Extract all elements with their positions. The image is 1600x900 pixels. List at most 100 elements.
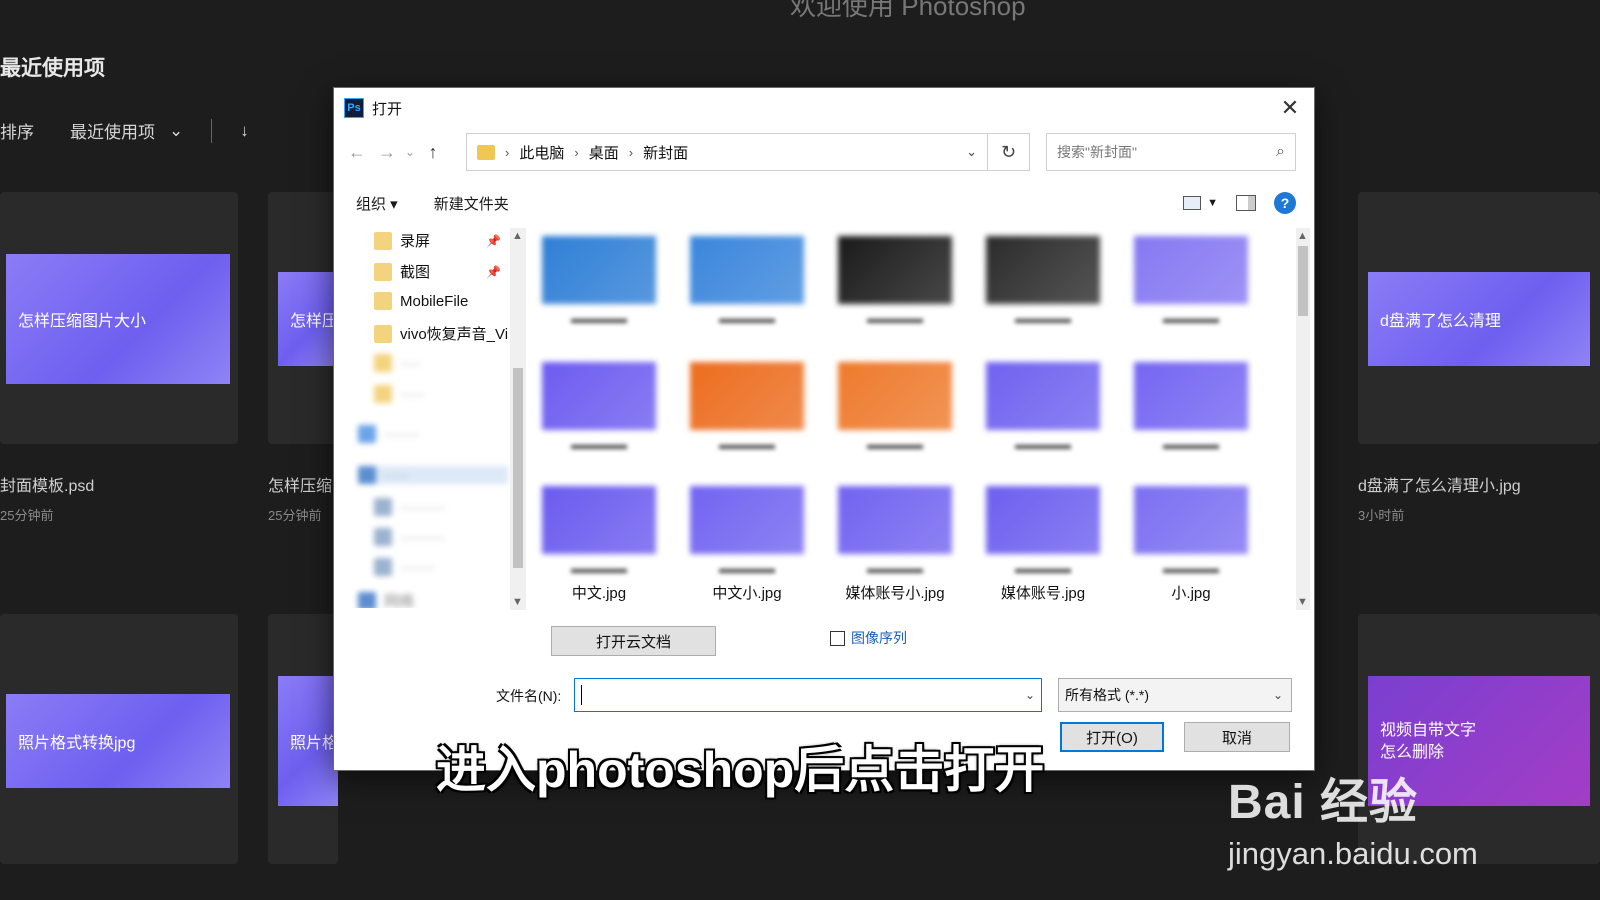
- chevron-right-icon[interactable]: ›: [629, 145, 633, 160]
- scrollbar-thumb[interactable]: [1298, 246, 1308, 316]
- recent-thumbnail[interactable]: 照片格式转换jpg: [6, 694, 230, 788]
- chevron-down-icon[interactable]: ⌄: [1273, 688, 1283, 702]
- recent-thumbnail[interactable]: 怎样压: [278, 272, 338, 366]
- chevron-down-icon[interactable]: ⌄: [169, 121, 183, 141]
- folder-icon: [374, 385, 392, 403]
- file-item[interactable]: ▬▬▬▬: [830, 362, 960, 458]
- view-dropdown-icon[interactable]: ▼: [1207, 197, 1218, 209]
- recent-file-name[interactable]: 怎样压缩: [268, 472, 332, 496]
- tree-item[interactable]: 截图: [374, 261, 430, 282]
- file-item[interactable]: ▬▬▬▬: [830, 236, 960, 332]
- tree-item[interactable]: vivo恢复声音_Vi: [374, 323, 508, 344]
- open-cloud-document-button[interactable]: 打开云文档: [551, 626, 716, 656]
- file-thumbnail: [986, 362, 1100, 430]
- scroll-down-icon[interactable]: ▼: [1297, 596, 1308, 608]
- file-thumbnail: [542, 486, 656, 554]
- view-mode-icon[interactable]: [1183, 196, 1202, 210]
- chevron-right-icon[interactable]: ›: [505, 145, 509, 160]
- refresh-icon[interactable]: ↻: [988, 133, 1030, 171]
- pin-icon: 📌: [486, 234, 501, 248]
- tree-item[interactable]: ·········: [374, 498, 445, 516]
- file-grid-scrollbar[interactable]: ▲ ▼: [1296, 228, 1310, 610]
- file-item[interactable]: ▬▬▬▬ 中文.jpg: [534, 486, 664, 603]
- chevron-right-icon[interactable]: ›: [574, 145, 578, 160]
- network-icon: [358, 591, 376, 608]
- recent-file-time: 25分钟前: [0, 508, 54, 523]
- address-bar[interactable]: › 此电脑 › 桌面 › 新封面 ⌄: [466, 133, 988, 171]
- file-item[interactable]: ▬▬▬▬ 媒体账号.jpg: [978, 486, 1108, 603]
- tree-item[interactable]: ·······: [374, 558, 435, 576]
- file-type-select[interactable]: 所有格式 (*.*) ⌄: [1058, 678, 1292, 712]
- file-item[interactable]: ▬▬▬▬: [1126, 362, 1256, 458]
- scrollbar-thumb[interactable]: [513, 368, 523, 568]
- recent-thumbnail[interactable]: 照片格: [278, 676, 338, 806]
- chevron-down-icon[interactable]: ⌄: [1025, 688, 1035, 702]
- drive-icon: [374, 558, 392, 576]
- file-item[interactable]: ▬▬▬▬ 小.jpg: [1126, 486, 1256, 603]
- sort-direction-icon[interactable]: ↓: [240, 121, 249, 141]
- file-thumbnail: [542, 362, 656, 430]
- up-arrow-icon[interactable]: ↑: [418, 142, 448, 163]
- history-chevron-icon[interactable]: ⌄: [402, 145, 418, 159]
- file-thumbnail: [986, 236, 1100, 304]
- organize-menu[interactable]: 组织 ▾: [356, 193, 398, 214]
- tree-item[interactable]: ·····: [374, 385, 425, 403]
- folder-icon: [374, 292, 392, 310]
- search-icon[interactable]: ⌕: [1276, 143, 1285, 161]
- sort-dropdown[interactable]: 最近使用项: [70, 118, 155, 143]
- file-item[interactable]: ▬▬▬▬: [534, 362, 664, 458]
- tree-item[interactable]: ·······: [358, 425, 419, 443]
- drive-icon: [374, 498, 392, 516]
- preview-pane-icon[interactable]: [1236, 195, 1256, 211]
- drive-icon: [374, 528, 392, 546]
- file-item[interactable]: ▬▬▬▬: [682, 236, 812, 332]
- help-icon[interactable]: ?: [1274, 192, 1296, 214]
- sort-label: 排序: [0, 123, 34, 142]
- pin-icon: 📌: [486, 265, 501, 279]
- filename-input[interactable]: ⌄: [574, 678, 1042, 712]
- file-item[interactable]: ▬▬▬▬ 中文小.jpg: [682, 486, 812, 603]
- recent-file-name[interactable]: 封面模板.psd: [0, 472, 94, 496]
- tree-item[interactable]: ····: [374, 354, 420, 372]
- file-item[interactable]: ▬▬▬▬ 媒体账号小.jpg: [830, 486, 960, 603]
- file-thumbnail: [690, 362, 804, 430]
- recent-file-name[interactable]: d盘满了怎么清理小.jpg: [1358, 472, 1521, 496]
- scroll-up-icon[interactable]: ▲: [512, 230, 523, 242]
- file-thumbnail: [838, 236, 952, 304]
- forward-arrow-icon[interactable]: →: [372, 142, 402, 163]
- tree-item[interactable]: ·····: [358, 466, 508, 484]
- file-item[interactable]: ▬▬▬▬: [534, 236, 664, 332]
- file-item[interactable]: ▬▬▬▬: [1126, 236, 1256, 332]
- cancel-button[interactable]: 取消: [1184, 722, 1290, 752]
- recent-thumbnail[interactable]: 怎样压缩图片大小: [6, 254, 230, 384]
- file-item[interactable]: ▬▬▬▬: [682, 362, 812, 458]
- breadcrumb-desktop[interactable]: 桌面: [589, 142, 619, 163]
- image-sequence-option[interactable]: 图像序列: [830, 628, 907, 648]
- filename-label: 文件名(N):: [496, 688, 562, 704]
- file-thumbnail: [1134, 236, 1248, 304]
- file-item[interactable]: ▬▬▬▬: [978, 362, 1108, 458]
- scroll-up-icon[interactable]: ▲: [1297, 230, 1308, 242]
- breadcrumb-this-pc[interactable]: 此电脑: [519, 142, 564, 163]
- recent-thumbnail[interactable]: d盘满了怎么清理: [1368, 272, 1590, 366]
- tree-item[interactable]: 录屏: [374, 230, 430, 251]
- folder-icon: [477, 144, 495, 160]
- open-button[interactable]: 打开(O): [1060, 722, 1164, 752]
- new-folder-button[interactable]: 新建文件夹: [434, 193, 509, 214]
- file-item[interactable]: ▬▬▬▬: [978, 236, 1108, 332]
- close-button[interactable]: ✕: [1276, 94, 1304, 122]
- file-thumbnail: [542, 236, 656, 304]
- breadcrumb-new-cover[interactable]: 新封面: [643, 142, 688, 163]
- tree-item[interactable]: 网络: [358, 590, 414, 608]
- address-dropdown-icon[interactable]: ⌄: [966, 144, 977, 160]
- tree-item[interactable]: ·········: [374, 528, 445, 546]
- scroll-down-icon[interactable]: ▼: [512, 596, 523, 608]
- folder-icon: [374, 262, 392, 281]
- back-arrow-icon[interactable]: ←: [342, 142, 372, 163]
- open-file-dialog: Ps 打开 ✕ ← → ⌄ ↑ › 此电脑 › 桌面 › 新封面 ⌄ ↻ 搜索"…: [334, 88, 1314, 770]
- search-input[interactable]: 搜索"新封面" ⌕: [1046, 133, 1296, 171]
- tree-item[interactable]: MobileFile: [374, 292, 468, 310]
- image-sequence-checkbox[interactable]: [830, 630, 845, 646]
- tree-scrollbar[interactable]: ▲ ▼: [510, 228, 526, 610]
- dialog-toolbar: 组织 ▾ 新建文件夹 ▼ ?: [334, 188, 1314, 218]
